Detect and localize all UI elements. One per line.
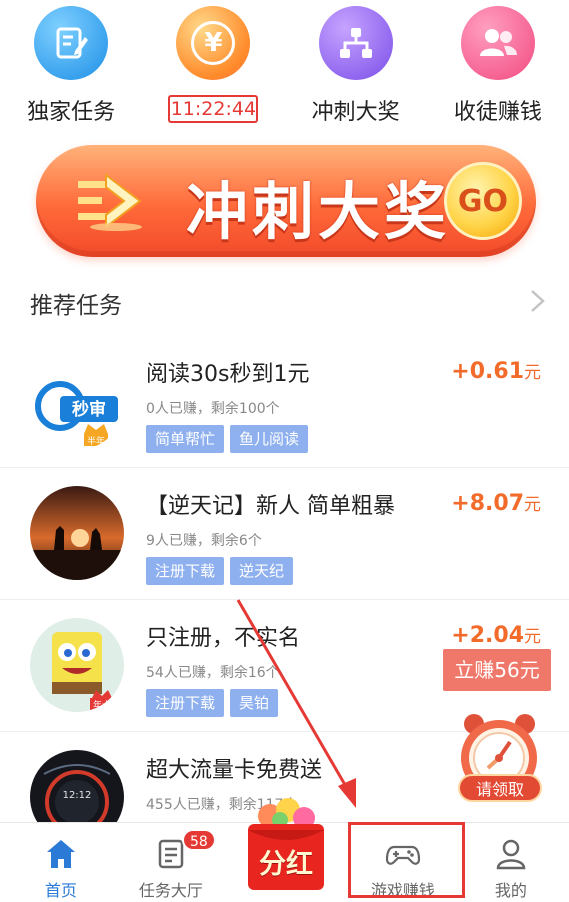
task-title: 只注册，不实名	[146, 626, 301, 651]
task-thumbnail	[30, 486, 124, 580]
thumb-badge: 年卡	[93, 699, 111, 711]
reward-unit: 元	[524, 495, 541, 515]
cartoon-avatar-icon: 年卡	[30, 618, 124, 712]
dividend-button[interactable]: 分红	[240, 798, 332, 894]
task-tags: 简单帮忙 鱼儿阅读	[146, 425, 309, 453]
task-tags: 注册下载 逆天纪	[146, 557, 294, 585]
grid-label: 独家任务	[27, 100, 116, 125]
feature-grid: 独家任务 ¥ 11:22:44 冲刺大奖 收徒赚钱	[0, 0, 569, 132]
instant-earn-button[interactable]: 立赚56元	[443, 649, 551, 691]
claim-button[interactable]: 请领取	[458, 774, 542, 802]
thumb-text: 秒审	[72, 399, 106, 420]
section-title: 推荐任务	[30, 293, 122, 319]
banner-title: 冲刺大奖	[186, 175, 451, 248]
home-icon	[46, 840, 75, 868]
tab-task-hall[interactable]: 58 任务大厅	[114, 823, 228, 902]
task-tag: 逆天纪	[230, 557, 294, 585]
task-item[interactable]: 秒审 半年 阅读30s秒到1元 0人已赚，剩余100个 简单帮忙 鱼儿阅读 +0…	[0, 336, 569, 468]
yen-coin-icon: ¥	[176, 6, 251, 80]
task-reward: +2.04元	[451, 622, 541, 648]
task-tag: 注册下载	[146, 689, 225, 717]
thumb-text: 12:12	[63, 790, 92, 801]
reward-amount: +8.07	[451, 491, 524, 516]
dividend-label: 分红	[259, 849, 313, 880]
app-screen: 独家任务 ¥ 11:22:44 冲刺大奖 收徒赚钱 冲刺大奖 GO 推荐任务 秒…	[0, 0, 569, 902]
grid-item-sprint-prize[interactable]: 冲刺大奖	[285, 0, 427, 132]
task-reward: +0.61元	[451, 358, 541, 384]
task-tags: 注册下载 昊铂	[146, 689, 279, 717]
task-title: 【逆天记】新人 简单粗暴	[146, 494, 395, 519]
thumb-badge: 半年	[87, 435, 105, 447]
grid-label: 冲刺大奖	[311, 100, 400, 125]
task-tag: 昊铂	[230, 689, 279, 717]
notification-badge: 58	[182, 829, 216, 851]
task-item[interactable]: 【逆天记】新人 简单粗暴 9人已赚，剩余6个 注册下载 逆天纪 +8.07元	[0, 468, 569, 600]
tab-label: 任务大厅	[138, 881, 203, 900]
tab-label: 首页	[44, 881, 77, 900]
sprint-prize-banner[interactable]: 冲刺大奖 GO	[36, 145, 536, 257]
tab-me[interactable]: 我的	[454, 823, 568, 902]
reward-unit: 元	[524, 363, 541, 383]
task-thumbnail: 秒审 半年	[30, 356, 124, 450]
app-logo-icon: 秒审 半年	[31, 357, 123, 449]
task-reward: +8.07元	[451, 490, 541, 516]
task-title: 阅读30s秒到1元	[146, 362, 310, 387]
tab-home[interactable]: 首页	[4, 823, 118, 902]
grid-item-countdown[interactable]: ¥ 11:22:44	[142, 0, 284, 132]
countdown-timer: 11:22:44	[168, 95, 259, 123]
task-tag: 简单帮忙	[146, 425, 225, 453]
reward-amount: +0.61	[451, 359, 524, 384]
reward-amount: +2.04	[451, 623, 524, 648]
task-tag: 鱼儿阅读	[230, 425, 309, 453]
task-title: 超大流量卡免费送	[146, 758, 323, 783]
go-button[interactable]: GO	[444, 162, 522, 240]
grid-item-exclusive-tasks[interactable]: 独家任务	[0, 0, 142, 132]
tab-label: 我的	[494, 881, 527, 900]
highlight-box	[348, 822, 465, 898]
users-icon	[460, 6, 535, 80]
task-thumbnail: 年卡	[30, 618, 124, 712]
task-meta: 54人已赚，剩余16个	[146, 665, 280, 681]
grid-item-recruit[interactable]: 收徒赚钱	[427, 0, 569, 132]
chevron-right-icon[interactable]	[525, 288, 549, 314]
edit-note-icon	[34, 6, 109, 80]
reward-unit: 元	[524, 627, 541, 647]
task-meta: 9人已赚，剩余6个	[146, 533, 262, 549]
arrow-right-icon	[78, 172, 142, 231]
task-tag: 注册下载	[146, 557, 225, 585]
org-tree-icon	[318, 6, 393, 80]
user-icon	[496, 839, 526, 870]
grid-label: 收徒赚钱	[453, 100, 542, 125]
sunset-image-icon	[30, 486, 124, 580]
task-meta: 0人已赚，剩余100个	[146, 401, 280, 417]
